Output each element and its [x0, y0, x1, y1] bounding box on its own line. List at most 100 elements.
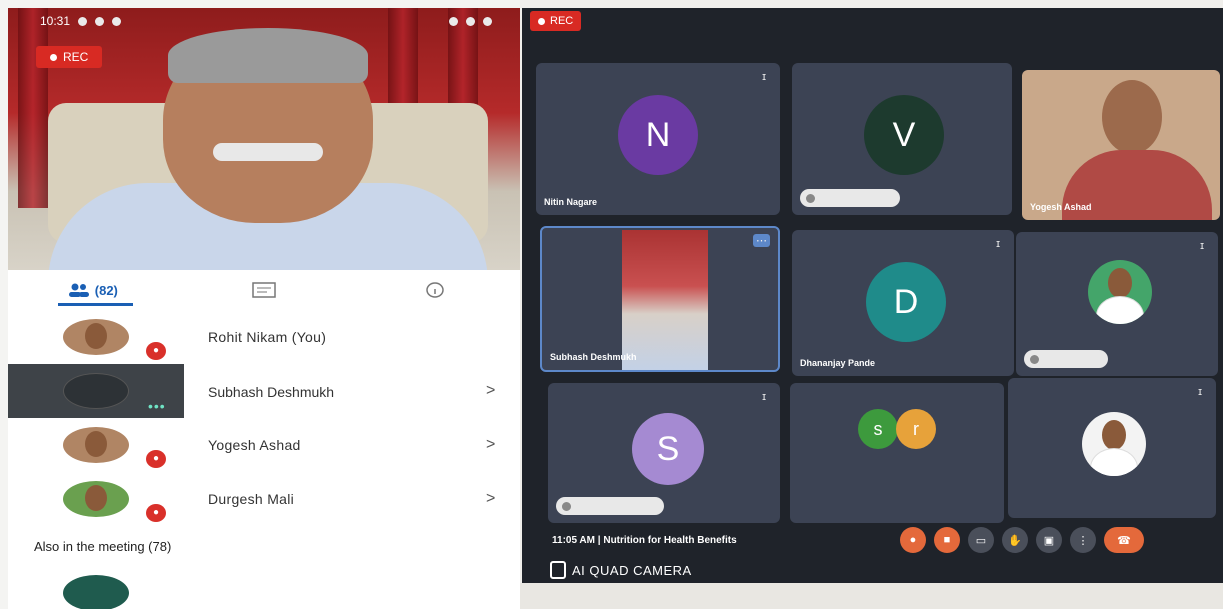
mic-icon: ɪ — [762, 71, 766, 83]
avatar: N — [618, 95, 698, 175]
participant-name: Subhash Deshmukh — [208, 384, 335, 400]
camera-button[interactable]: ■ — [934, 527, 960, 553]
participant-row[interactable]: ● Rohit Nikam (You) — [8, 310, 520, 364]
recording-badge: REC — [530, 11, 582, 31]
participant-name: Durgesh Mali — [208, 491, 295, 507]
participant-name: Dhananjay Pande — [800, 358, 876, 368]
battery-icon — [483, 16, 492, 26]
more-options-button[interactable]: ⋮ — [1070, 527, 1096, 553]
laptop-photo: REC N Nitin Nagare ɪ V Yogesh Ashad Subh… — [520, 0, 1223, 609]
watermark-text: AI QUAD CAMERA — [572, 562, 692, 578]
chevron-right-icon[interactable]: > — [486, 490, 495, 508]
people-icon — [68, 283, 89, 297]
video-feed — [622, 230, 708, 370]
participant-row[interactable]: ● Durgesh Mali > — [8, 472, 520, 526]
participant-name: Subhash Deshmukh — [550, 352, 637, 362]
mic-off-icon: ● — [146, 342, 166, 360]
avatar: S — [632, 413, 704, 485]
tab-chat[interactable] — [179, 272, 350, 308]
video-face — [1102, 80, 1162, 154]
participant-list: ● Rohit Nikam (You) ••• Subhash Deshmukh… — [8, 310, 520, 526]
meet-bottom-bar: 11:05 AM | Nutrition for Health Benefits… — [522, 521, 1223, 583]
avatar — [63, 373, 129, 409]
record-icon — [50, 53, 57, 61]
mic-button[interactable]: ● — [900, 527, 926, 553]
speaker-hair — [168, 28, 368, 83]
participant-row[interactable]: ● Yogesh Ashad > — [8, 418, 520, 472]
tab-people[interactable]: (82) — [8, 272, 179, 308]
record-icon — [538, 17, 545, 25]
panel-tabs: (82) — [8, 272, 520, 308]
present-button[interactable]: ▣ — [1036, 527, 1062, 553]
notification-icon — [78, 16, 88, 26]
participant-tile[interactable]: Yogesh Ashad — [1022, 70, 1220, 220]
mic-icon: ɪ — [1198, 386, 1202, 398]
mic-off-icon: ● — [146, 504, 166, 522]
avatar — [1082, 412, 1146, 476]
meeting-time-and-title: 11:05 AM | Nutrition for Health Benefits — [552, 535, 737, 546]
participant-name-chip — [800, 189, 900, 207]
avatar — [63, 319, 129, 355]
participant-name: Yogesh Ashad — [1030, 202, 1092, 212]
status-time: 10:31 — [40, 14, 71, 28]
mic-icon: ɪ — [762, 391, 766, 403]
notification-icon — [95, 16, 105, 26]
tab-info[interactable] — [349, 272, 520, 308]
tab-people-count: (82) — [94, 282, 118, 298]
meeting-title: Nutrition for Health Benefits — [603, 535, 737, 546]
participant-row[interactable] — [8, 563, 520, 609]
participant-tile[interactable]: s r — [790, 383, 1004, 523]
mic-off-icon: ● — [146, 450, 166, 468]
call-controls: ● ■ ▭ ✋ ▣ ⋮ ☎ — [900, 527, 1144, 553]
notification-icon — [112, 16, 122, 26]
participant-row[interactable]: ••• — [8, 364, 184, 418]
avatar — [63, 575, 129, 609]
camera-watermark: AI QUAD CAMERA — [550, 561, 692, 579]
captions-button[interactable]: ▭ — [968, 527, 994, 553]
recording-label: REC — [550, 15, 574, 27]
participant-name: Yogesh Ashad — [208, 437, 301, 453]
avatar — [1088, 260, 1152, 324]
also-in-meeting-header: Also in the meeting (78) — [34, 539, 172, 554]
avatar: V — [864, 95, 944, 175]
participant-tile[interactable]: V — [792, 63, 1012, 215]
participant-tile[interactable]: Subhash Deshmukh ⋯ — [540, 226, 780, 372]
meet-screen: REC N Nitin Nagare ɪ V Yogesh Ashad Subh… — [522, 8, 1223, 583]
avatar — [63, 427, 129, 463]
participant-tile[interactable]: N Nitin Nagare ɪ — [536, 63, 780, 215]
phone-screen: 10:31 REC (82) ● Rohit Nikam (You) ••• S… — [8, 8, 520, 609]
avatar — [63, 481, 129, 517]
speaker-mustache — [213, 143, 323, 161]
mic-icon: ɪ — [996, 238, 1000, 250]
avatar: D — [866, 262, 946, 342]
participant-name: Rohit Nikam (You) — [208, 329, 327, 345]
meeting-time: 11:05 AM — [552, 535, 595, 546]
raise-hand-button[interactable]: ✋ — [1002, 527, 1028, 553]
participant-name-chip — [556, 497, 664, 515]
laptop-bezel — [520, 583, 1223, 609]
participant-name: Nitin Nagare — [544, 197, 598, 207]
chevron-right-icon[interactable]: > — [486, 436, 495, 454]
active-speaker-video: 10:31 REC — [8, 8, 520, 270]
speaking-indicator-icon: ••• — [148, 398, 166, 414]
avatar: s — [858, 409, 898, 449]
end-call-button[interactable]: ☎ — [1104, 527, 1144, 553]
participant-tile[interactable]: ɪ — [1008, 378, 1216, 518]
mic-icon: ɪ — [1200, 240, 1204, 252]
participant-tile[interactable]: S ɪ — [548, 383, 780, 523]
avatar: r — [896, 409, 936, 449]
participant-tile[interactable]: ɪ — [1016, 232, 1218, 376]
info-icon — [425, 282, 444, 298]
more-options-icon[interactable]: ⋯ — [753, 234, 770, 247]
participant-tile[interactable]: D Dhananjay Pande ɪ — [792, 230, 1014, 376]
wifi-icon — [466, 16, 475, 26]
camera-logo-icon — [550, 561, 566, 579]
chat-icon — [252, 282, 276, 298]
status-bar: 10:31 — [8, 8, 520, 34]
recording-badge: REC — [36, 46, 103, 68]
signal-icon — [449, 16, 458, 26]
chevron-right-icon[interactable]: > — [486, 382, 495, 400]
participant-name-chip — [1024, 350, 1108, 368]
recording-label: REC — [63, 50, 89, 64]
curtain — [18, 8, 48, 208]
